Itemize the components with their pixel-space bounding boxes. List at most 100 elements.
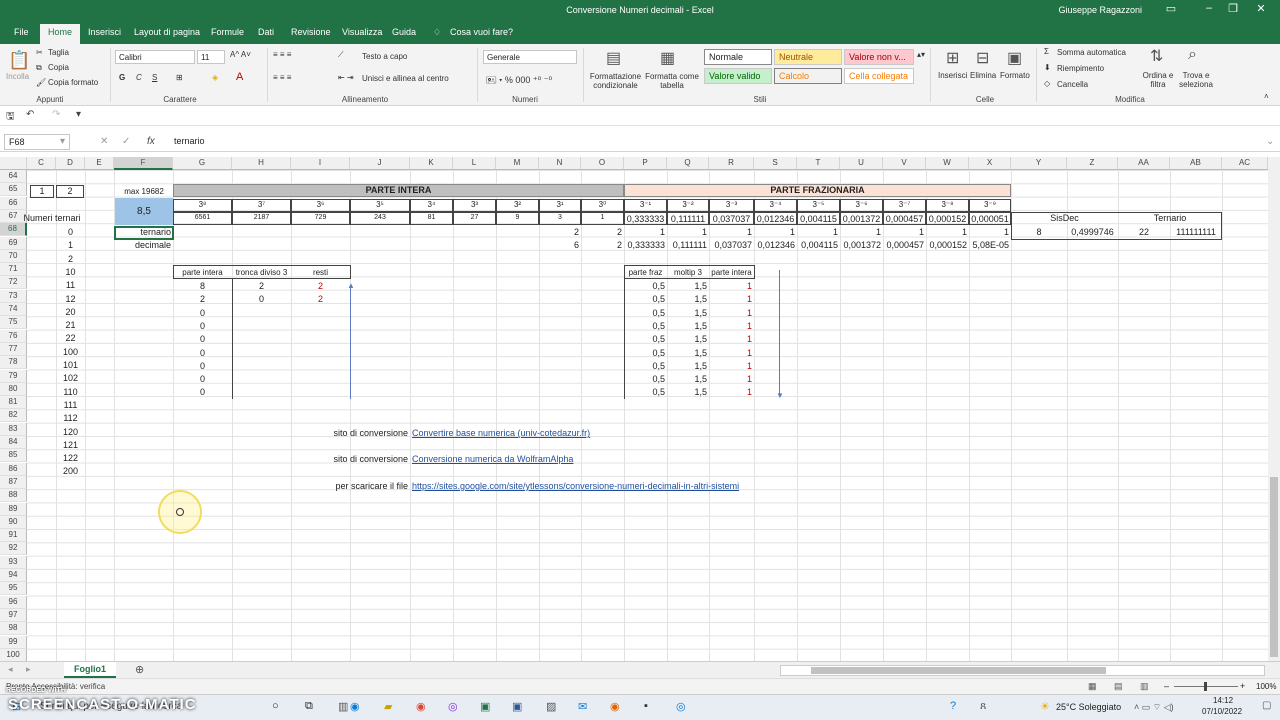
cell-d65[interactable]: 2 bbox=[56, 185, 84, 198]
style-cella-collegata[interactable]: Cella collegata bbox=[844, 68, 914, 84]
header-numeri-ternari[interactable]: Numeri ternari bbox=[12, 213, 92, 223]
recorder-icon[interactable]: ◎ bbox=[676, 700, 686, 713]
insert-cells-button[interactable]: Inserisci bbox=[938, 71, 967, 80]
row-header[interactable]: 78 bbox=[0, 356, 27, 370]
task-view-icon[interactable]: ○ bbox=[272, 700, 279, 712]
tray-icons[interactable]: ˄ ▭ ⌔ ◁) bbox=[1134, 702, 1174, 713]
row-header[interactable]: 100 bbox=[0, 648, 27, 662]
ternari-cell[interactable]: 110 bbox=[56, 387, 85, 397]
conditional-format-button[interactable]: Formattazione condizionale bbox=[588, 72, 643, 90]
format-cells-button[interactable]: Formato bbox=[1000, 71, 1030, 80]
minimize-icon[interactable]: – bbox=[1198, 2, 1220, 20]
row-header[interactable]: 91 bbox=[0, 529, 27, 543]
frac-parte-fraz-cell[interactable]: 0,5 bbox=[624, 361, 665, 371]
column-header[interactable]: D bbox=[56, 157, 85, 170]
frac-value-cell[interactable]: 0,037037 bbox=[709, 212, 754, 225]
tell-me-search[interactable]: Cosa vuoi fare? bbox=[450, 27, 513, 37]
app2-icon[interactable]: ▨ bbox=[546, 700, 556, 713]
frac-parte-fraz-cell[interactable]: 0,5 bbox=[624, 374, 665, 384]
terminal-icon[interactable]: ▪ bbox=[644, 700, 648, 712]
int-tronca-cell[interactable]: 0 bbox=[232, 294, 291, 304]
row-header[interactable]: 95 bbox=[0, 582, 27, 596]
redo-icon[interactable]: ↷ bbox=[52, 109, 60, 120]
user-name[interactable]: Giuseppe Ragazzoni bbox=[1058, 5, 1142, 15]
ribbon-display-icon[interactable]: ▭ bbox=[1160, 2, 1182, 20]
ternari-cell[interactable]: 121 bbox=[56, 440, 85, 450]
power-value-cell[interactable]: 729 bbox=[291, 212, 350, 225]
frac-value-cell[interactable]: 0,000051 bbox=[969, 212, 1011, 225]
column-header[interactable]: AC bbox=[1222, 157, 1268, 170]
power-exponent-cell[interactable]: 3⁸ bbox=[173, 199, 232, 212]
vertical-scroll-thumb[interactable] bbox=[1270, 477, 1278, 657]
int-parte-intera-cell[interactable]: 0 bbox=[173, 361, 232, 371]
style-valore-valido[interactable]: Valore valido bbox=[704, 68, 772, 84]
power-value-cell[interactable]: 243 bbox=[350, 212, 410, 225]
frac-moltip-cell[interactable]: 1,5 bbox=[667, 348, 707, 358]
column-header[interactable]: Q bbox=[667, 157, 709, 170]
horizontal-scrollbar[interactable] bbox=[780, 665, 1265, 676]
header-parte-frazionaria[interactable]: PARTE FRAZIONARIA bbox=[624, 184, 1011, 197]
cell-z68[interactable]: 0,4999746 bbox=[1067, 227, 1118, 237]
header-parte-intera[interactable]: PARTE INTERA bbox=[173, 184, 624, 197]
column-header[interactable]: T bbox=[797, 157, 840, 170]
frac-parte-intera-cell[interactable]: 1 bbox=[709, 348, 752, 358]
undo-icon[interactable]: ↶ bbox=[26, 109, 34, 120]
frac-row69-cell[interactable]: 0,000457 bbox=[883, 240, 924, 250]
row-header[interactable]: 88 bbox=[0, 489, 27, 503]
weather-text[interactable]: 25°C Soleggiato bbox=[1056, 702, 1121, 712]
frac-exponent-cell[interactable]: 3⁻⁵ bbox=[797, 199, 840, 212]
column-header[interactable]: N bbox=[539, 157, 581, 170]
page-break-icon[interactable]: ▥ bbox=[1140, 681, 1149, 692]
row-header[interactable]: 75 bbox=[0, 316, 27, 330]
frac-parte-intera-cell[interactable]: 1 bbox=[709, 308, 752, 318]
cell-o69[interactable]: 2 bbox=[581, 240, 622, 250]
frac-value-cell[interactable]: 0,333333 bbox=[624, 212, 667, 225]
underline-button[interactable]: S bbox=[152, 73, 157, 82]
frac-row68-cell[interactable]: 1 bbox=[926, 227, 967, 237]
row-header[interactable]: 71 bbox=[0, 263, 27, 277]
power-exponent-cell[interactable]: 3² bbox=[496, 199, 539, 212]
row-header[interactable]: 90 bbox=[0, 515, 27, 529]
column-header[interactable]: V bbox=[883, 157, 926, 170]
row-header[interactable]: 81 bbox=[0, 396, 27, 410]
bold-button[interactable]: G bbox=[119, 73, 125, 82]
frac-row69-cell[interactable]: 0,111111 bbox=[667, 240, 707, 250]
row-header[interactable]: 85 bbox=[0, 449, 27, 463]
frac-parte-fraz-cell[interactable]: 0,5 bbox=[624, 334, 665, 344]
int-parte-intera-cell[interactable]: 0 bbox=[173, 321, 232, 331]
row-header[interactable]: 74 bbox=[0, 303, 27, 316]
column-header[interactable]: M bbox=[496, 157, 539, 170]
tab-insert[interactable]: Inserisci bbox=[88, 27, 121, 37]
column-header[interactable]: O bbox=[581, 157, 624, 170]
align-top-icon[interactable]: ≡ ≡ ≡ bbox=[273, 50, 291, 59]
cell-c65[interactable]: 1 bbox=[30, 185, 54, 198]
column-header[interactable]: X bbox=[969, 157, 1011, 170]
column-header[interactable]: W bbox=[926, 157, 969, 170]
wrap-text-button[interactable]: Testo a capo bbox=[362, 52, 407, 61]
frac-exponent-cell[interactable]: 3⁻⁶ bbox=[840, 199, 883, 212]
power-exponent-cell[interactable]: 3⁰ bbox=[581, 199, 624, 212]
prev-sheet-icon[interactable]: ◂ bbox=[8, 664, 13, 675]
int-parte-intera-cell[interactable]: 0 bbox=[173, 348, 232, 358]
fill-button[interactable]: Riempimento bbox=[1057, 64, 1104, 73]
cell-f66-value[interactable]: 8,5 bbox=[115, 198, 173, 225]
frac-parte-intera-cell[interactable]: 1 bbox=[709, 321, 752, 331]
restore-icon[interactable]: ❐ bbox=[1222, 2, 1244, 20]
frac-exponent-cell[interactable]: 3⁻² bbox=[667, 199, 709, 212]
tab-help[interactable]: Guida bbox=[392, 27, 416, 37]
power-exponent-cell[interactable]: 3¹ bbox=[539, 199, 581, 212]
frac-row68-cell[interactable]: 1 bbox=[883, 227, 924, 237]
tab-review[interactable]: Revisione bbox=[291, 27, 331, 37]
link-download[interactable]: https://sites.google.com/site/ytlessons/… bbox=[412, 481, 739, 491]
cell-aa68[interactable]: 22 bbox=[1118, 227, 1170, 237]
next-sheet-icon[interactable]: ▸ bbox=[26, 664, 31, 675]
autosum-button[interactable]: Somma automatica bbox=[1057, 48, 1126, 57]
font-name-select[interactable]: Calibri bbox=[115, 50, 195, 64]
clear-button[interactable]: Cancella bbox=[1057, 80, 1088, 89]
tab-data[interactable]: Dati bbox=[258, 27, 274, 37]
column-header[interactable]: C bbox=[27, 157, 56, 170]
clock-time[interactable]: 14:12 bbox=[1213, 696, 1233, 705]
row-header[interactable]: 69 bbox=[0, 236, 27, 250]
header-ternario[interactable]: Ternario bbox=[1118, 213, 1222, 223]
cell-n68[interactable]: 2 bbox=[539, 227, 579, 237]
